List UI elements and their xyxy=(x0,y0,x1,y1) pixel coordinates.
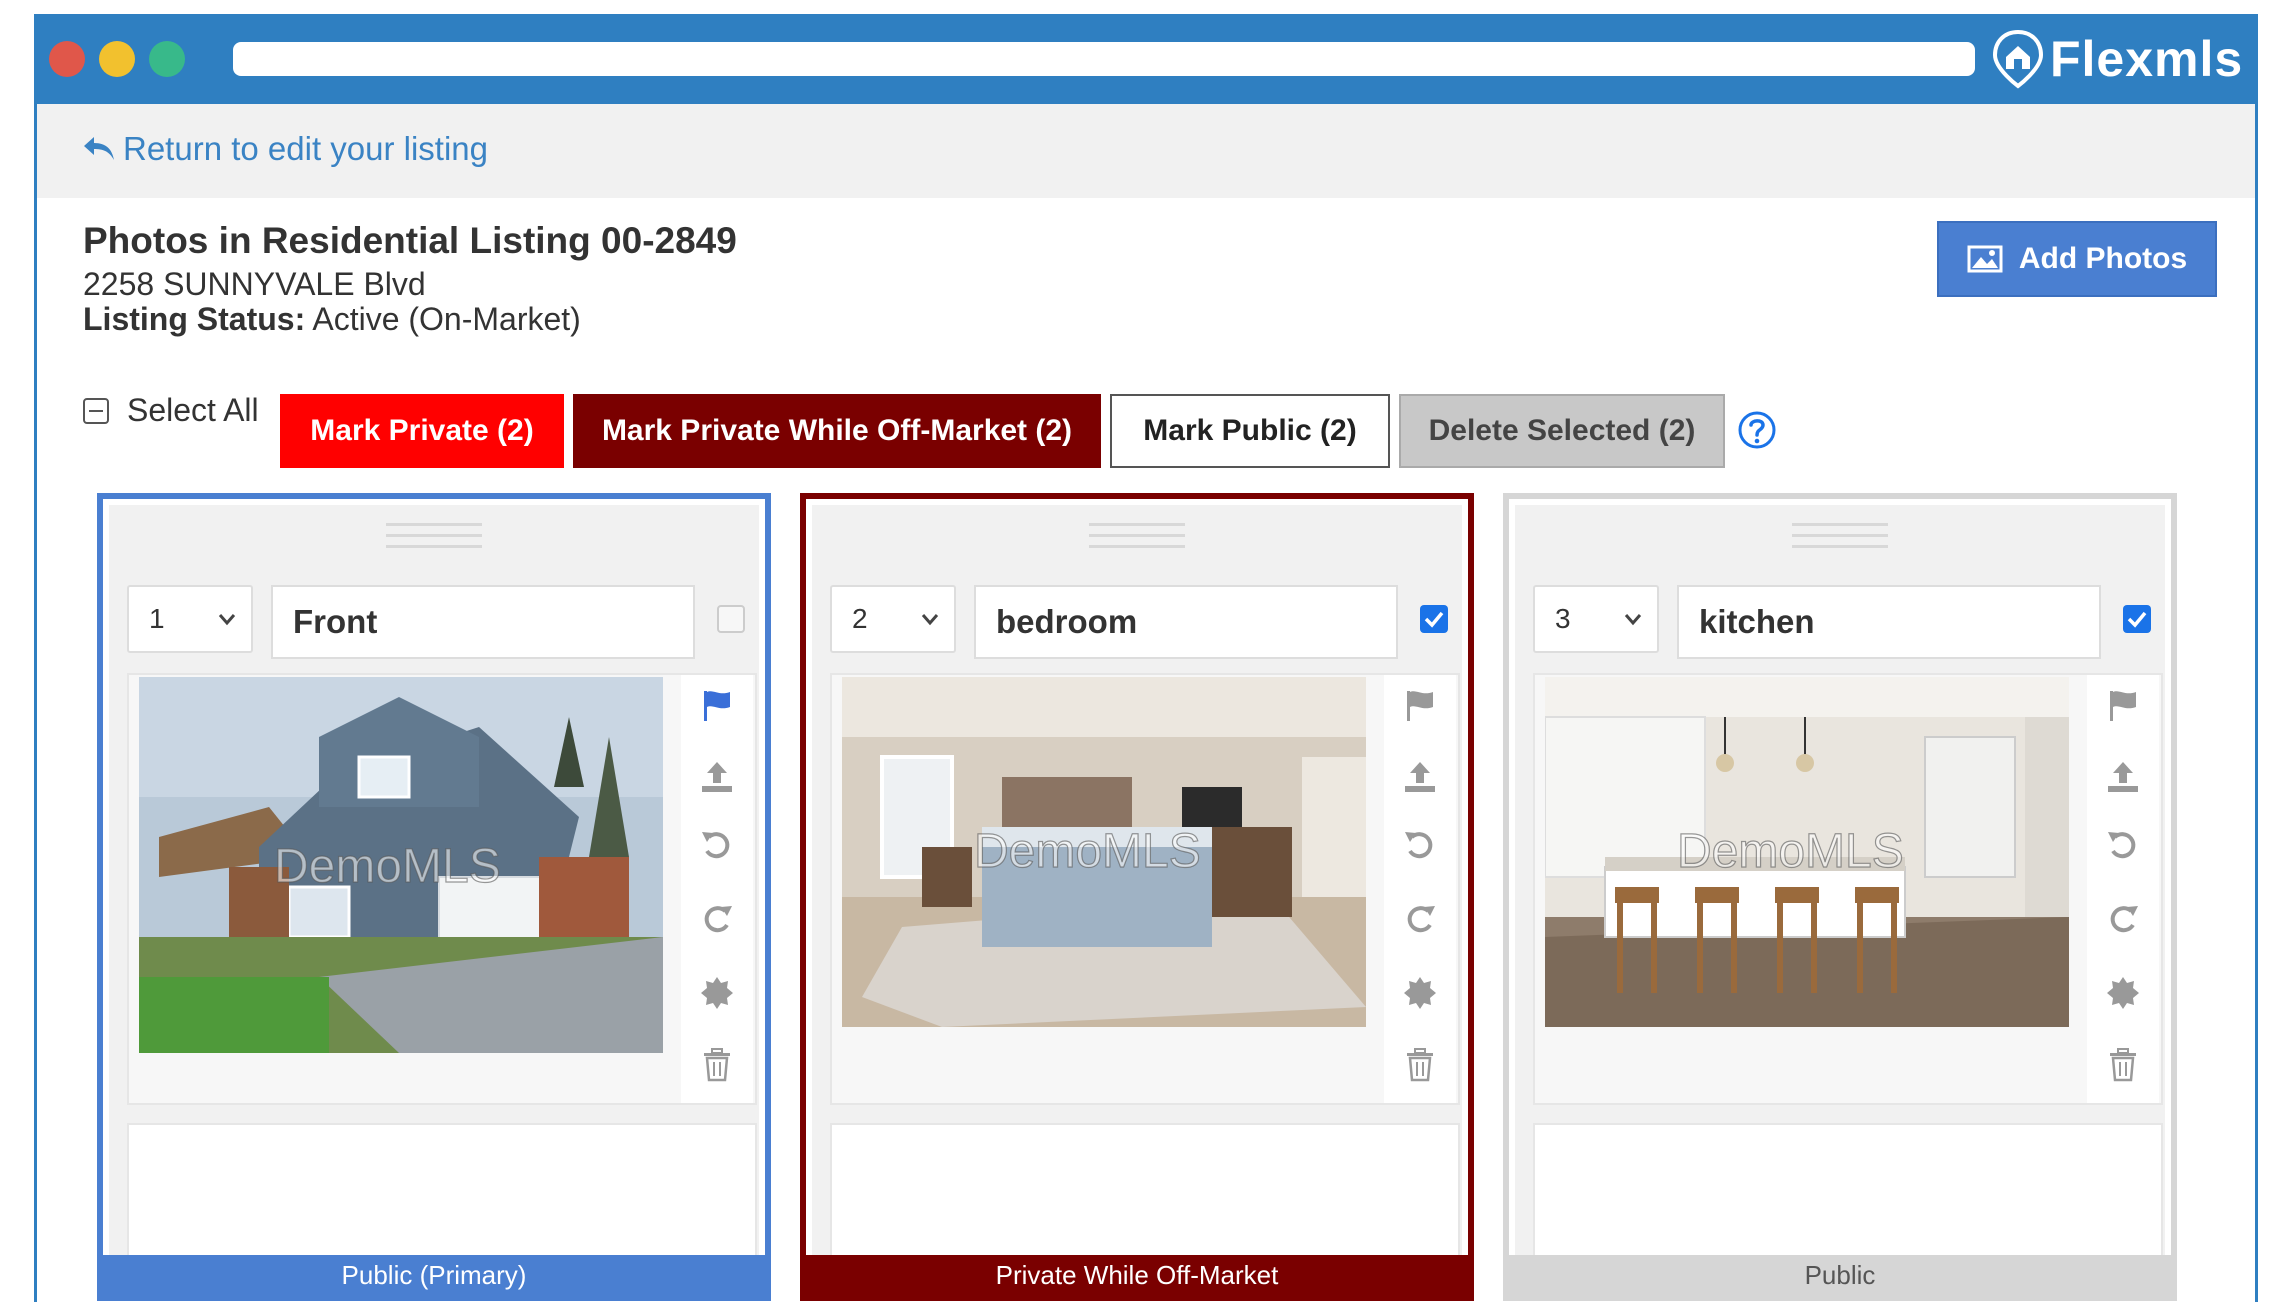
brand-logo: Flexmls xyxy=(1992,28,2243,90)
photo-frame: DemoMLS xyxy=(830,673,1460,1105)
photo-frame: DemoMLS xyxy=(127,673,757,1105)
upload-icon[interactable] xyxy=(1402,759,1438,795)
photo-thumbnail[interactable]: DemoMLS xyxy=(1545,677,2069,1027)
flag-icon[interactable] xyxy=(2105,687,2141,723)
photo-tools xyxy=(1384,675,1456,1103)
photo-card-body: 2 bedroom DemoMLS xyxy=(812,505,1462,1263)
photo-status-label: Public (Primary) xyxy=(103,1255,765,1295)
add-photos-button[interactable]: Add Photos xyxy=(1937,221,2217,297)
trash-icon[interactable] xyxy=(2105,1047,2141,1083)
photo-thumbnail[interactable]: DemoMLS xyxy=(842,677,1366,1027)
photo-description-input[interactable] xyxy=(127,1123,757,1263)
photo-order-select[interactable]: 1 xyxy=(127,585,253,653)
listing-status: Listing Status: Active (On-Market) xyxy=(83,301,581,338)
listing-address: 2258 SUNNYVALE Blvd xyxy=(83,266,426,302)
add-photos-label: Add Photos xyxy=(2018,242,2188,275)
upload-icon[interactable] xyxy=(699,759,735,795)
address-bar[interactable] xyxy=(233,42,1975,76)
select-all-label: Select All xyxy=(127,392,259,428)
svg-text:DemoMLS: DemoMLS xyxy=(274,840,501,893)
maximize-window-dot[interactable] xyxy=(149,41,185,77)
mark-private-button[interactable]: Mark Private (2) xyxy=(280,394,564,468)
photo-select-checkbox[interactable] xyxy=(2123,605,2151,633)
image-icon xyxy=(1967,245,2003,273)
photo-thumbnail[interactable]: DemoMLS xyxy=(139,677,663,1053)
select-all-control[interactable]: Select All xyxy=(83,392,259,429)
photo-select-checkbox[interactable] xyxy=(1420,605,1448,633)
house-pin-icon xyxy=(1992,29,2044,89)
rotate-left-icon[interactable] xyxy=(2105,827,2141,863)
photo-order-select[interactable]: 2 xyxy=(830,585,956,653)
photo-card-body: 1 Front DemoMLS xyxy=(109,505,759,1263)
photo-status-label: Public xyxy=(1509,1255,2171,1295)
rotate-right-icon[interactable] xyxy=(2105,901,2141,937)
photo-caption-input[interactable]: bedroom xyxy=(974,585,1398,659)
photo-card: 3 kitchen DemoMLS Public xyxy=(1503,493,2177,1301)
photo-select-checkbox[interactable] xyxy=(717,605,745,633)
photo-status-label: Private While Off-Market xyxy=(806,1255,1468,1295)
checkmark-icon xyxy=(2127,611,2147,628)
page-title: Photos in Residential Listing 00-2849 xyxy=(83,220,737,261)
chevron-down-icon xyxy=(218,614,236,626)
photo-description-input[interactable] xyxy=(830,1123,1460,1263)
brand-name: Flexmls xyxy=(2050,31,2244,87)
chevron-down-icon xyxy=(1624,614,1642,626)
select-all-checkbox[interactable] xyxy=(83,397,109,424)
listing-status-value: Active (On-Market) xyxy=(312,301,581,337)
photo-order-value: 2 xyxy=(852,603,868,634)
photo-card: 1 Front DemoMLS Public (Primary) xyxy=(97,493,771,1301)
help-icon[interactable] xyxy=(1737,410,1777,450)
photo-card: 2 bedroom DemoMLS Private While Off-Mark… xyxy=(800,493,1474,1301)
photo-frame: DemoMLS xyxy=(1533,673,2163,1105)
photo-tools xyxy=(681,675,753,1103)
svg-text:DemoMLS: DemoMLS xyxy=(1677,825,1904,878)
photo-description-input[interactable] xyxy=(1533,1123,2163,1263)
trash-icon[interactable] xyxy=(699,1047,735,1083)
drag-handle[interactable] xyxy=(1089,523,1185,556)
close-window-dot[interactable] xyxy=(49,41,85,77)
mark-public-button[interactable]: Mark Public (2) xyxy=(1110,394,1390,468)
rotate-left-icon[interactable] xyxy=(1402,827,1438,863)
photo-card-body: 3 kitchen DemoMLS xyxy=(1515,505,2165,1263)
drag-handle[interactable] xyxy=(1792,523,1888,556)
rotate-right-icon[interactable] xyxy=(699,901,735,937)
photo-caption-input[interactable]: kitchen xyxy=(1677,585,2101,659)
photo-order-select[interactable]: 3 xyxy=(1533,585,1659,653)
photo-order-value: 1 xyxy=(149,603,165,634)
delete-selected-button[interactable]: Delete Selected (2) xyxy=(1399,394,1725,468)
listing-status-label: Listing Status: xyxy=(83,301,306,337)
return-link[interactable]: Return to edit your listing xyxy=(81,130,488,168)
settings-icon[interactable] xyxy=(2105,975,2141,1011)
title-bar: Flexmls xyxy=(37,14,2255,104)
upload-icon[interactable] xyxy=(2105,759,2141,795)
app-window: Flexmls Return to edit your listing Phot… xyxy=(34,14,2258,1302)
svg-text:DemoMLS: DemoMLS xyxy=(974,825,1201,878)
return-arrow-icon xyxy=(84,137,114,160)
rotate-left-icon[interactable] xyxy=(699,827,735,863)
settings-icon[interactable] xyxy=(699,975,735,1011)
mark-private-offmarket-button[interactable]: Mark Private While Off-Market (2) xyxy=(573,394,1101,468)
chevron-down-icon xyxy=(921,614,939,626)
flag-icon[interactable] xyxy=(1402,687,1438,723)
rotate-right-icon[interactable] xyxy=(1402,901,1438,937)
drag-handle[interactable] xyxy=(386,523,482,556)
minimize-window-dot[interactable] xyxy=(99,41,135,77)
photo-order-value: 3 xyxy=(1555,603,1571,634)
photo-caption-input[interactable]: Front xyxy=(271,585,695,659)
return-bar: Return to edit your listing xyxy=(37,104,2255,198)
settings-icon[interactable] xyxy=(1402,975,1438,1011)
checkmark-icon xyxy=(1424,611,1444,628)
trash-icon[interactable] xyxy=(1402,1047,1438,1083)
flag-icon[interactable] xyxy=(699,687,735,723)
return-link-text: Return to edit your listing xyxy=(123,130,489,167)
photo-tools xyxy=(2087,675,2159,1103)
